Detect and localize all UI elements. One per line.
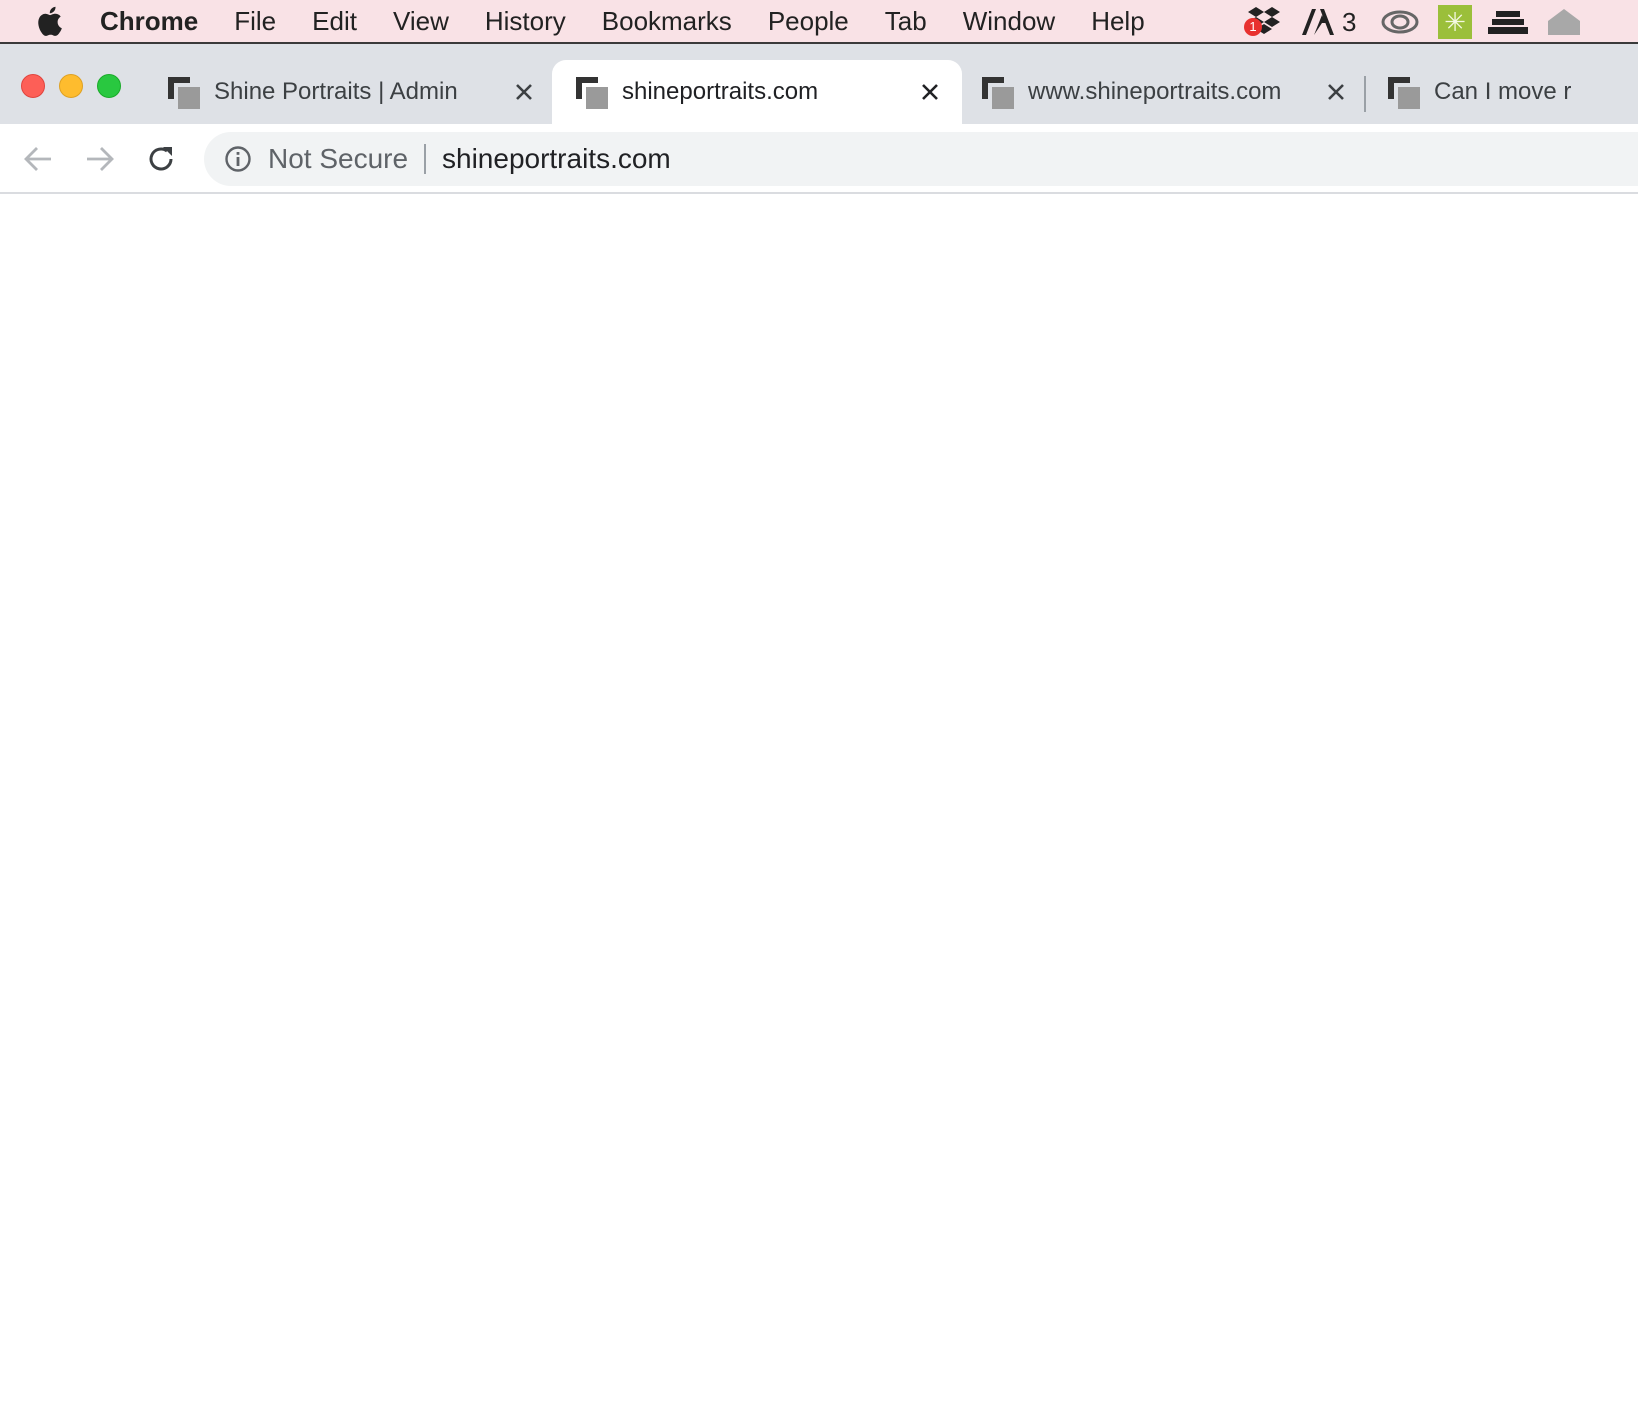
close-icon[interactable]	[919, 81, 941, 103]
tab-shineportraits-com[interactable]: shineportraits.com	[552, 60, 962, 124]
stack-app-icon[interactable]	[1488, 0, 1528, 42]
menu-history[interactable]: History	[485, 0, 566, 42]
dropbox-badge: 1	[1244, 18, 1262, 36]
generic-favicon-icon	[1388, 77, 1420, 109]
adobe-icon[interactable]: 3	[1300, 0, 1357, 42]
home-icon[interactable]	[1544, 0, 1584, 42]
menu-app-chrome[interactable]: Chrome	[100, 0, 198, 42]
close-icon[interactable]	[513, 81, 535, 103]
tab-title: www.shineportraits.com	[1028, 78, 1282, 105]
menu-tab[interactable]: Tab	[885, 0, 927, 42]
tab-strip: Shine Portraits | Admin shineportraits.c…	[0, 44, 1638, 124]
menu-window[interactable]: Window	[963, 0, 1055, 42]
reload-icon[interactable]	[141, 139, 181, 179]
menu-file[interactable]: File	[234, 0, 276, 42]
generic-favicon-icon	[576, 77, 608, 109]
url-text[interactable]: shineportraits.com	[442, 132, 671, 186]
tab-www-shineportraits-com[interactable]: www.shineportraits.com	[968, 60, 1362, 124]
window-maximize-button[interactable]	[97, 74, 121, 98]
page-content[interactable]	[0, 196, 1638, 1406]
address-bar[interactable]: Not Secure shineportraits.com	[204, 132, 1638, 186]
info-icon[interactable]	[224, 145, 252, 173]
menu-view[interactable]: View	[393, 0, 449, 42]
tab-title: Can I move r	[1434, 78, 1572, 105]
menu-help[interactable]: Help	[1091, 0, 1144, 42]
tab-title: Shine Portraits | Admin	[214, 78, 458, 105]
forward-arrow-icon[interactable]	[80, 139, 120, 179]
macos-menu-bar: Chrome File Edit View History Bookmarks …	[0, 0, 1638, 44]
menu-people[interactable]: People	[768, 0, 849, 42]
tab-title: shineportraits.com	[622, 78, 819, 105]
address-separator	[424, 144, 426, 174]
dropbox-icon[interactable]: 1	[1244, 0, 1284, 42]
close-icon[interactable]	[1325, 81, 1347, 103]
window-minimize-button[interactable]	[59, 74, 83, 98]
adobe-count: 3	[1342, 6, 1357, 37]
apple-icon[interactable]	[34, 5, 64, 37]
security-label[interactable]: Not Secure	[268, 132, 408, 186]
green-star-icon[interactable]: ✳	[1438, 0, 1472, 42]
menu-bookmarks[interactable]: Bookmarks	[602, 0, 732, 42]
generic-favicon-icon	[168, 77, 200, 109]
back-arrow-icon[interactable]	[18, 139, 58, 179]
tab-shine-portraits-admin[interactable]: Shine Portraits | Admin	[154, 60, 552, 124]
browser-toolbar: Not Secure shineportraits.com	[0, 124, 1638, 194]
generic-favicon-icon	[982, 77, 1014, 109]
window-close-button[interactable]	[21, 74, 45, 98]
tab-can-i-move[interactable]: Can I move r	[1374, 60, 1638, 124]
tab-separator	[1364, 76, 1366, 112]
creative-cloud-icon[interactable]	[1380, 0, 1420, 42]
menu-edit[interactable]: Edit	[312, 0, 357, 42]
